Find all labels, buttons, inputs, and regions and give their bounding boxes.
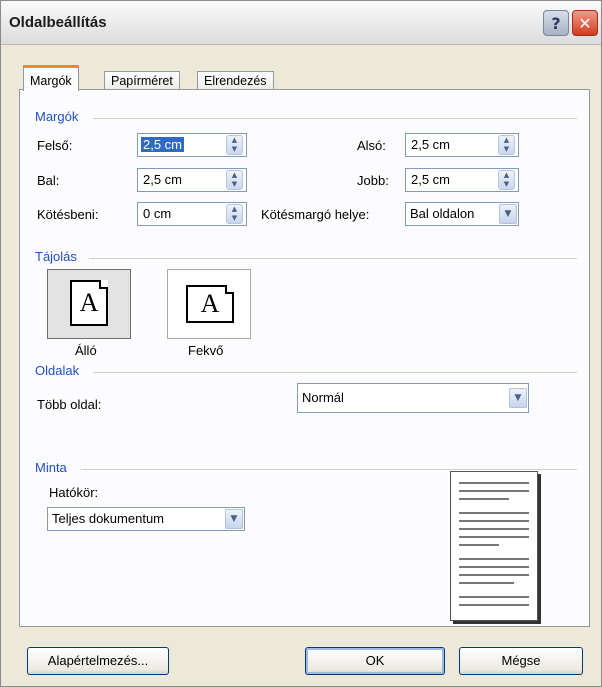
bottom-margin-value[interactable]: 2,5 cm [411,137,450,152]
page-preview-thumbnail [450,471,538,621]
portrait-option[interactable]: A [47,269,131,339]
ok-button[interactable]: OK [305,647,445,675]
preview-line [459,566,529,568]
apply-to-dropdown[interactable]: Teljes dokumentum ▼ [47,507,245,531]
landscape-page-icon[interactable]: A [186,285,234,323]
preview-line [459,604,529,606]
preview-line [459,558,529,560]
preview-line [459,512,529,514]
chevron-down-icon[interactable]: ▼ [499,204,517,224]
spin-down-icon[interactable]: ▼ [232,145,237,153]
gutter-position-label: Kötésmargó helye: [261,207,370,222]
tab-margins[interactable]: Margók [23,65,79,91]
gutter-position-dropdown[interactable]: Bal oldalon ▼ [405,202,519,226]
portrait-label[interactable]: Álló [75,343,97,358]
top-margin-spinner[interactable]: 2,5 cm ▲ ▼ [137,133,247,157]
portrait-glyph: A [79,288,99,317]
top-margin-value[interactable]: 2,5 cm [141,137,185,152]
tab-layout[interactable]: Elrendezés [197,71,274,91]
pages-group-title: Oldalak [35,363,80,378]
apply-to-label: Hatókör: [49,485,99,500]
preview-line [459,520,529,522]
preview-line [459,528,529,530]
multiple-pages-dropdown[interactable]: Normál ▼ [297,383,529,413]
title-bar[interactable]: Oldalbeállítás ? ✕ [1,1,601,45]
gutter-spinner[interactable]: 0 cm ▲ ▼ [137,202,247,226]
left-margin-label: Bal: [37,173,60,188]
preview-line [459,544,499,546]
page-setup-dialog: Oldalbeállítás ? ✕ Margók Papírméret Elr… [0,0,602,687]
preview-line [459,498,509,500]
margins-group-divider [93,118,577,119]
orientation-group-title: Tájolás [35,249,77,264]
gutter-value[interactable]: 0 cm [143,206,171,221]
preview-line [459,574,529,576]
spin-down-icon[interactable]: ▼ [504,180,509,188]
chevron-down-icon[interactable]: ▼ [509,388,527,408]
bottom-margin-label: Alsó: [357,138,386,153]
preview-line [459,596,529,598]
preview-line [459,490,529,492]
left-margin-spinner[interactable]: 2,5 cm ▲ ▼ [137,168,247,192]
close-button[interactable]: ✕ [572,10,598,36]
tab-paper-size[interactable]: Papírméret [104,71,180,91]
preview-group-divider [81,469,577,470]
left-margin-spin-arrows[interactable]: ▲ ▼ [226,170,243,190]
right-margin-value[interactable]: 2,5 cm [411,172,450,187]
page-fold [99,280,108,289]
spin-up-icon[interactable]: ▲ [504,136,509,144]
preview-group-title: Minta [35,460,67,475]
dialog-title: Oldalbeállítás [9,14,107,31]
chevron-down-icon[interactable]: ▼ [225,509,243,529]
gutter-spin-arrows[interactable]: ▲ ▼ [226,204,243,224]
right-margin-spinner[interactable]: 2,5 cm ▲ ▼ [405,168,519,192]
right-margin-spin-arrows[interactable]: ▲ ▼ [498,170,515,190]
gutter-label: Kötésbeni: [37,207,99,222]
cancel-button[interactable]: Mégse [459,647,583,675]
margins-group-title: Margók [35,109,79,124]
spin-down-icon[interactable]: ▼ [232,180,237,188]
gutter-position-value: Bal oldalon [410,206,475,221]
help-button[interactable]: ? [543,10,569,36]
pages-group-divider [93,372,577,373]
preview-line [459,536,529,538]
landscape-option[interactable]: A [167,269,251,339]
spin-down-icon[interactable]: ▼ [232,214,237,222]
left-margin-value[interactable]: 2,5 cm [143,172,182,187]
multiple-pages-value: Normál [302,390,344,405]
top-margin-label: Felső: [37,138,73,153]
landscape-label[interactable]: Fekvő [188,343,223,358]
spin-down-icon[interactable]: ▼ [504,145,509,153]
bottom-margin-spin-arrows[interactable]: ▲ ▼ [498,135,515,155]
spin-up-icon[interactable]: ▲ [232,171,237,179]
portrait-page-icon[interactable]: A [70,280,108,326]
multiple-pages-label: Több oldal: [37,397,102,412]
top-margin-spin-arrows[interactable]: ▲ ▼ [226,135,243,155]
spin-up-icon[interactable]: ▲ [232,136,237,144]
bottom-margin-spinner[interactable]: 2,5 cm ▲ ▼ [405,133,519,157]
set-default-button[interactable]: Alapértelmezés... [27,647,169,675]
spin-up-icon[interactable]: ▲ [504,171,509,179]
page-fold [225,285,234,294]
apply-to-value: Teljes dokumentum [52,511,164,526]
orientation-group-divider [89,258,577,259]
preview-line [459,482,529,484]
preview-line [459,582,514,584]
right-margin-label: Jobb: [357,173,389,188]
spin-up-icon[interactable]: ▲ [232,205,237,213]
